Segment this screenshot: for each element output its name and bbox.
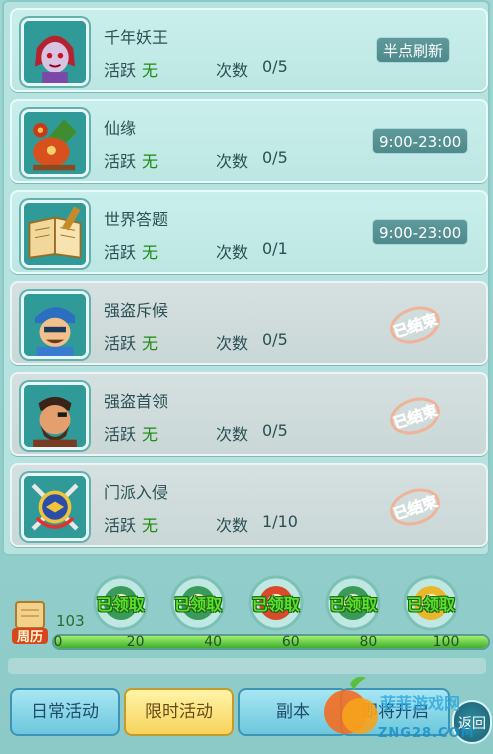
count-label: 次数: [216, 61, 249, 80]
active-label: 活跃: [104, 152, 137, 171]
reward-claimed-label: 已领取: [174, 595, 223, 614]
book-icon: [21, 200, 89, 268]
fortune-pouch-icon: [21, 109, 89, 177]
activity-card-shijie-dati[interactable]: 世界答题 活跃 无 次数 0/1 9:00-23:00: [10, 190, 488, 274]
count-label: 次数: [216, 334, 249, 353]
divider-strip: [8, 658, 486, 674]
count-value: 0/5: [262, 330, 288, 349]
active-value: 无: [142, 61, 159, 80]
bandit-leader-icon: [21, 382, 89, 450]
active-label: 活跃: [104, 243, 137, 262]
progress-tick-label: 0: [53, 634, 63, 650]
active-value: 无: [142, 243, 159, 262]
active-value: 无: [142, 334, 159, 353]
activity-title: 千年妖王: [104, 28, 169, 47]
time-window-badge: 9:00-23:00: [372, 219, 469, 245]
count-label: 次数: [216, 152, 249, 171]
count-value: 1/10: [262, 512, 298, 531]
activity-progress-fill: [54, 636, 488, 648]
refresh-time-badge: 半点刷新: [376, 37, 451, 63]
reward-claimed-label: 已领取: [329, 595, 378, 614]
bandit-scout-icon: [21, 291, 89, 359]
count-label: 次数: [216, 425, 249, 444]
ended-stamp: 已结束: [379, 387, 450, 444]
tab-daily-activities[interactable]: 日常活动: [10, 688, 120, 736]
progress-tick-label: 100: [432, 634, 460, 650]
count-value: 0/1: [262, 239, 288, 258]
activity-card-qiangdao-shouling[interactable]: 强盗首领 活跃 无 次数 0/5 已结束: [10, 372, 488, 456]
reward-claimed-label: 已领取: [406, 595, 456, 614]
progress-tick-label: 80: [359, 634, 378, 650]
sect-invasion-icon: [21, 473, 89, 541]
progress-tick-label: 40: [204, 634, 223, 650]
activity-progress-bar: [52, 634, 490, 650]
reward-claimed-label: 已领取: [251, 595, 300, 614]
reward-claimed-label: 已领取: [96, 595, 145, 614]
progress-tick-label: 60: [281, 634, 300, 650]
active-value: 无: [142, 516, 159, 535]
ended-stamp: 已结束: [379, 478, 450, 535]
activity-card-menpai-ruqin[interactable]: 门派入侵 活跃 无 次数 1/10 已结束: [10, 463, 488, 547]
active-label: 活跃: [104, 516, 137, 535]
time-window-badge: 9:00-23:00: [372, 128, 469, 154]
progress-tick-label: 20: [126, 634, 145, 650]
active-label: 活跃: [104, 425, 137, 444]
weekly-calendar-button[interactable]: 周历: [10, 598, 50, 646]
active-value: 无: [142, 425, 159, 444]
activity-title: 强盗首领: [104, 392, 169, 411]
active-label: 活跃: [104, 61, 137, 80]
count-label: 次数: [216, 243, 249, 262]
activity-title: 世界答题: [104, 210, 169, 229]
activity-card-xianyuan[interactable]: 仙缘 活跃 无 次数 0/5 9:00-23:00: [10, 99, 488, 183]
ended-stamp: 已结束: [379, 296, 450, 353]
activity-title: 仙缘: [104, 119, 137, 138]
count-value: 0/5: [262, 57, 288, 76]
calendar-label: 周历: [17, 630, 43, 645]
activity-title: 强盗斥候: [104, 301, 169, 320]
count-value: 0/5: [262, 421, 288, 440]
activity-title: 门派入侵: [104, 483, 169, 502]
tab-dungeon[interactable]: 副本: [238, 688, 348, 736]
tab-limited-time-activities[interactable]: 限时活动: [124, 688, 234, 736]
watermark-text: 菲菲游戏网: [380, 694, 461, 713]
demon-king-icon: [21, 18, 89, 86]
active-value: 无: [142, 152, 159, 171]
count-label: 次数: [216, 516, 249, 535]
scroll-icon: 周历: [12, 601, 48, 645]
activity-points-value: 103: [56, 612, 85, 630]
watermark-url: ZNG28.COM: [378, 726, 475, 741]
count-value: 0/5: [262, 148, 288, 167]
activity-card-qiannian-yaowang[interactable]: 千年妖王 活跃 无 次数 0/5 半点刷新: [10, 8, 488, 92]
activity-card-qiangdao-chihou[interactable]: 强盗斥候 活跃 无 次数 0/5 已结束: [10, 281, 488, 365]
active-label: 活跃: [104, 334, 137, 353]
activity-list-panel: 千年妖王 活跃 无 次数 0/5 半点刷新 仙缘 活跃 无 次数 0/5 9:0…: [2, 0, 490, 556]
